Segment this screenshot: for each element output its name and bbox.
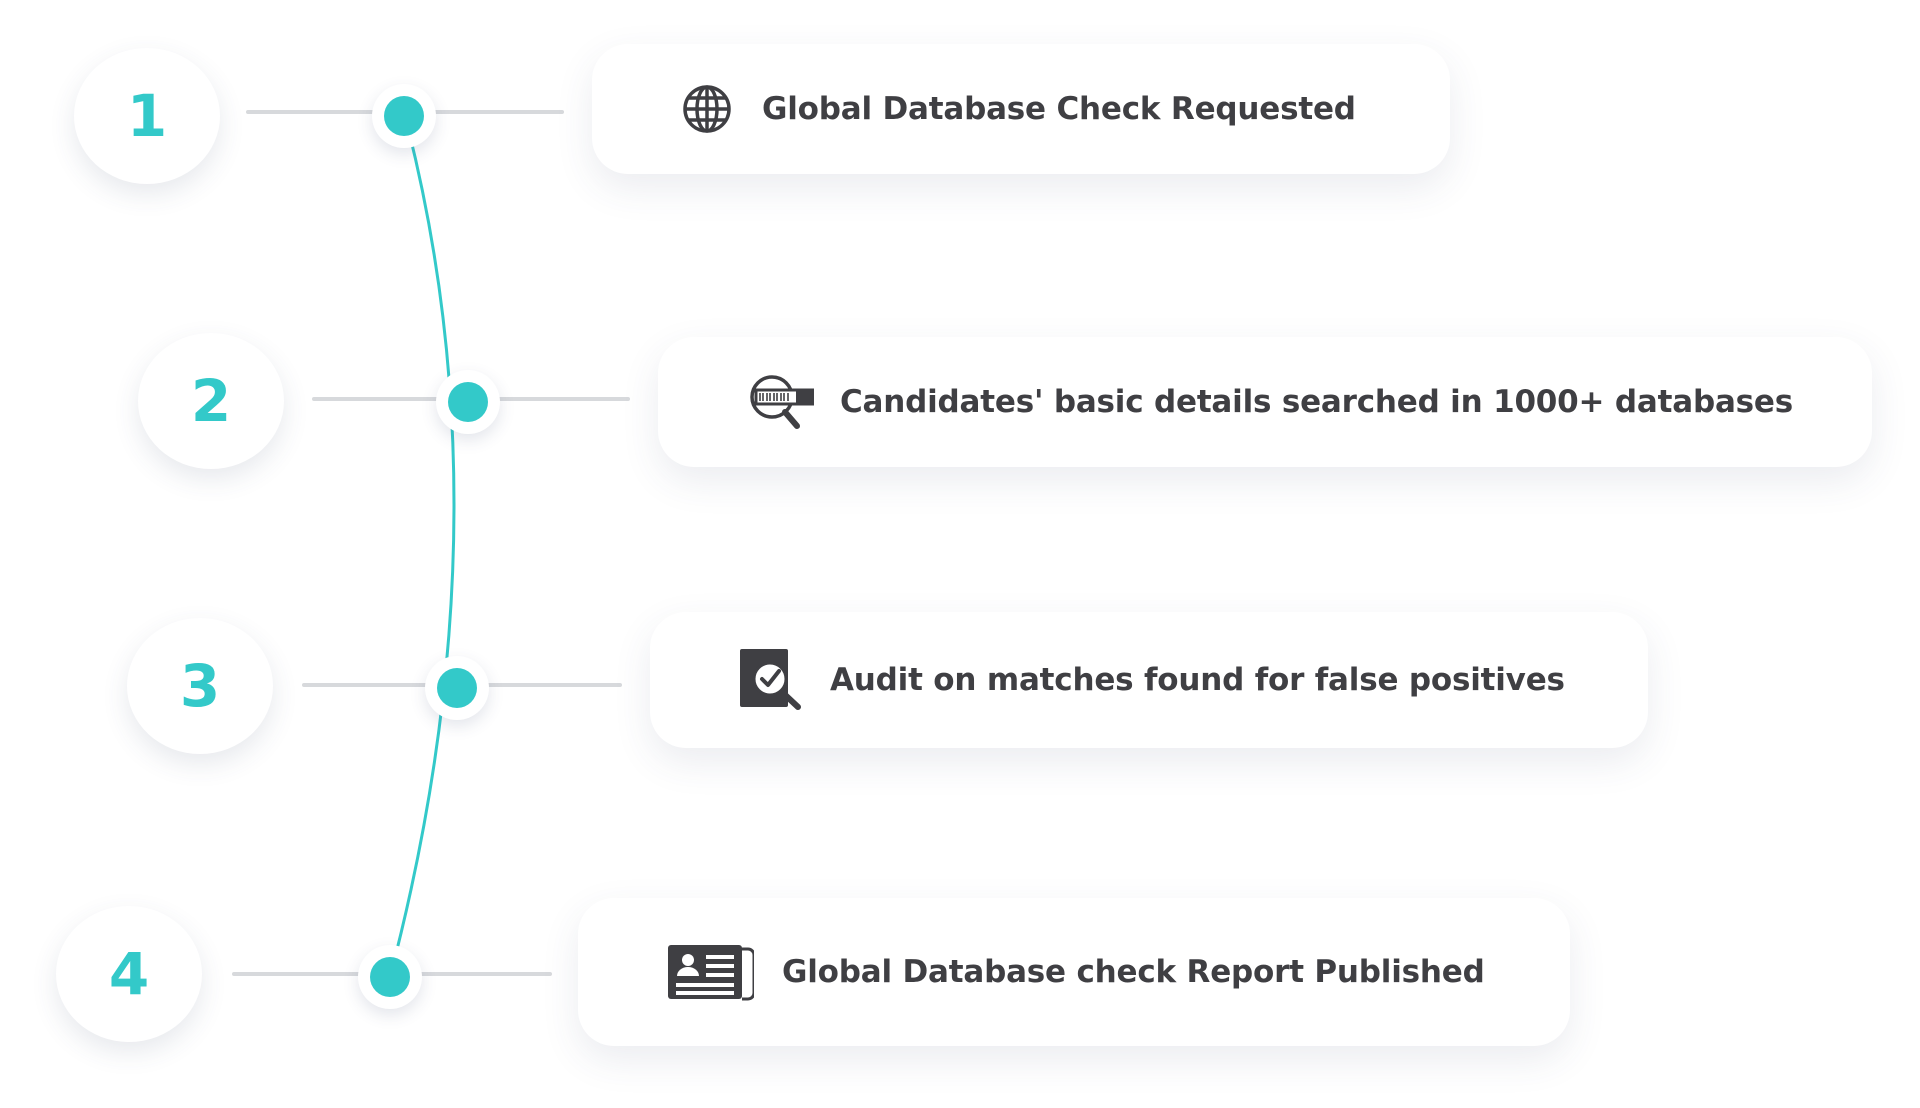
step-3-number-circle: 3 <box>127 618 273 754</box>
step-4-node <box>358 945 422 1009</box>
audit-check-icon <box>740 649 804 711</box>
step-4-number-circle: 4 <box>56 906 202 1042</box>
step-3-node <box>425 656 489 720</box>
step-2-card: Candidates' basic details searched in 10… <box>658 337 1872 467</box>
step-1-label: Global Database Check Requested <box>762 91 1356 127</box>
step-1-node <box>372 84 436 148</box>
step-1-number: 1 <box>126 82 168 150</box>
step-4-number: 4 <box>108 940 150 1008</box>
step-2-number: 2 <box>190 367 232 435</box>
step-3-number: 3 <box>179 652 221 720</box>
database-search-icon <box>748 373 814 431</box>
step-2-node <box>436 370 500 434</box>
timeline-curve-path <box>388 115 456 978</box>
step-3-label: Audit on matches found for false positiv… <box>830 662 1565 698</box>
step-2-number-circle: 2 <box>138 333 284 469</box>
globe-icon <box>682 84 732 134</box>
step-1-card: Global Database Check Requested <box>592 44 1450 174</box>
step-2-label: Candidates' basic details searched in 10… <box>840 384 1794 420</box>
step-1-number-circle: 1 <box>74 48 220 184</box>
process-diagram: 1 Global Database Check Requested 2 Cand… <box>0 0 1920 1108</box>
step-4-label: Global Database check Report Published <box>782 954 1485 990</box>
step-3-card: Audit on matches found for false positiv… <box>650 612 1648 748</box>
report-card-icon <box>668 943 754 1001</box>
step-4-card: Global Database check Report Published <box>578 898 1570 1046</box>
